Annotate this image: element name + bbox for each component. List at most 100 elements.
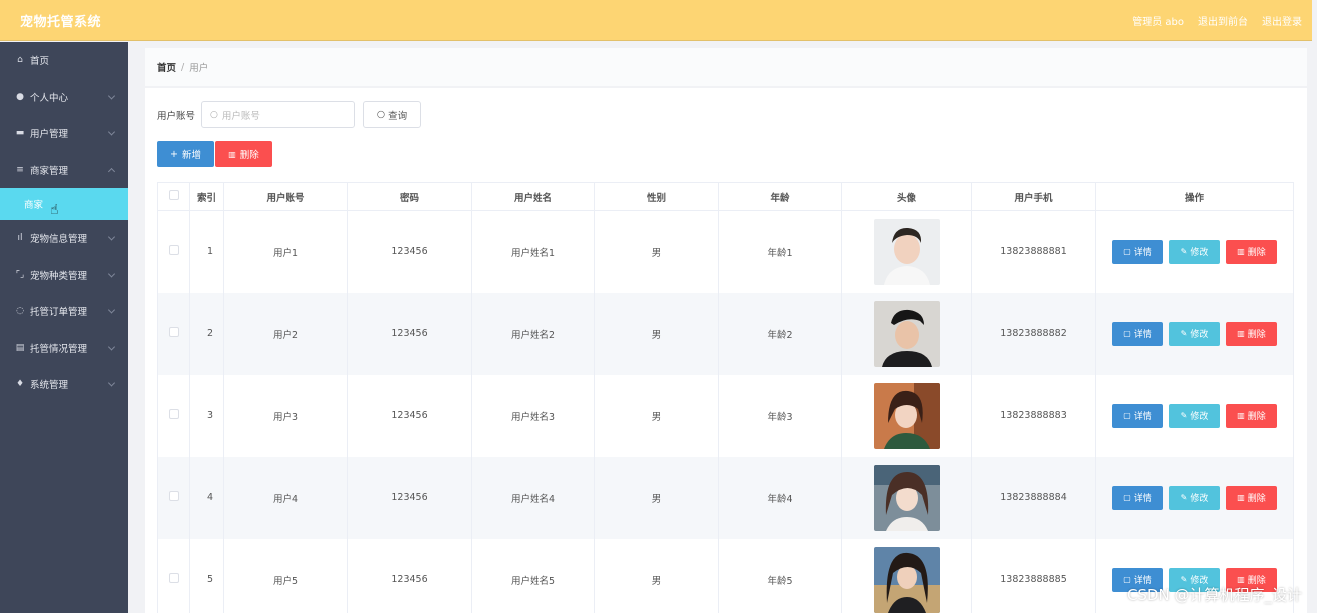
delete-button[interactable]: ▥ 删除 <box>1226 403 1277 428</box>
logout-link[interactable]: 退出登录 <box>1262 13 1302 28</box>
cell-avatar <box>841 374 972 457</box>
detail-button[interactable]: ▢ 详情 <box>1112 485 1163 510</box>
search-label: 用户账号 <box>157 110 196 122</box>
cell-age: 年龄3 <box>718 374 842 457</box>
chevron-down-icon <box>107 343 116 351</box>
cell-password: 123456 <box>347 292 472 375</box>
chevron-down-icon <box>107 92 116 100</box>
sidebar-item-merchants[interactable]: ≡ 商家管理 <box>0 152 128 189</box>
cell-account: 用户4 <box>223 456 348 539</box>
breadcrumb-home[interactable]: 首页 <box>157 60 176 74</box>
sidebar-item-orders[interactable]: ◌ 托管订单管理 <box>0 293 128 330</box>
plus-icon: + <box>170 148 178 160</box>
cell-gender: 男 <box>594 292 719 375</box>
document-icon: ▢ <box>1123 575 1131 584</box>
column-header: 用户账号 <box>223 182 348 211</box>
detail-button[interactable]: ▢ 详情 <box>1112 321 1163 346</box>
trash-icon: ▥ <box>1237 411 1245 420</box>
chevron-down-icon <box>107 306 116 314</box>
breadcrumb-current: 用户 <box>189 63 209 74</box>
cell-phone: 13823888881 <box>971 210 1096 293</box>
edit-button[interactable]: ✎ 修改 <box>1169 321 1220 346</box>
add-button[interactable]: + 新增 <box>157 141 214 167</box>
delete-button[interactable]: ▥ 删除 <box>1226 485 1277 510</box>
trash-icon: ▥ <box>228 149 236 159</box>
user-icon: ● <box>16 91 24 102</box>
row-checkbox[interactable] <box>157 456 190 539</box>
chevron-down-icon <box>107 128 116 136</box>
search-bar: 用户账号 ○ 用户账号 ○ 查询 <box>157 101 422 128</box>
table-row: 2 用户2 123456 用户姓名2 男 年龄2 13823888882 ▢ 详… <box>157 292 1294 375</box>
sidebar-item-pet-info[interactable]: ıl 宠物信息管理 <box>0 220 128 257</box>
edit-button[interactable]: ✎ 修改 <box>1169 239 1220 264</box>
search-icon: ○ <box>376 109 386 120</box>
pencil-icon: ✎ <box>1180 493 1188 502</box>
cell-age: 年龄1 <box>718 210 842 293</box>
cell-avatar <box>841 456 972 539</box>
cell-age: 年龄4 <box>718 456 842 539</box>
row-checkbox[interactable] <box>157 292 190 375</box>
sidebar-item-label: 宠物信息管理 <box>30 234 88 246</box>
cell-index: 3 <box>189 374 224 457</box>
sidebar-item-home[interactable]: ⌂ 首页 <box>0 42 128 79</box>
sidebar-item-label: 用户管理 <box>30 129 69 141</box>
select-all-checkbox[interactable] <box>157 182 190 211</box>
column-header: 用户手机 <box>971 182 1096 211</box>
cell-account: 用户2 <box>223 292 348 375</box>
table-row: 4 用户4 123456 用户姓名4 男 年龄4 13823888884 ▢ 详… <box>157 456 1294 539</box>
delete-button-label: 删除 <box>239 150 259 161</box>
sidebar-item-profile[interactable]: ● 个人中心 <box>0 79 128 116</box>
sidebar-item-label: 系统管理 <box>30 380 69 392</box>
exit-to-frontend-link[interactable]: 退出到前台 <box>1198 13 1248 28</box>
circle-icon: ◌ <box>16 306 24 317</box>
column-header: 操作 <box>1095 182 1294 211</box>
detail-button[interactable]: ▢ 详情 <box>1112 403 1163 428</box>
edit-button[interactable]: ✎ 修改 <box>1169 403 1220 428</box>
sidebar-item-boarding-status[interactable]: ▤ 托管情况管理 <box>0 330 128 367</box>
pencil-icon: ✎ <box>1180 329 1188 338</box>
cell-password: 123456 <box>347 456 472 539</box>
batch-delete-button[interactable]: ▥ 删除 <box>215 141 272 167</box>
search-input[interactable]: ○ 用户账号 <box>201 101 356 128</box>
action-bar: + 新增 ▥ 删除 <box>157 141 272 167</box>
location-icon: ♦ <box>15 379 25 390</box>
cell-name: 用户姓名3 <box>471 374 595 457</box>
query-button[interactable]: ○ 查询 <box>363 101 422 128</box>
row-checkbox[interactable] <box>157 210 190 293</box>
cell-phone: 13823888885 <box>971 538 1096 613</box>
delete-button[interactable]: ▥ 删除 <box>1226 239 1277 264</box>
sidebar-item-label: 商家管理 <box>30 165 69 177</box>
sidebar-item-system[interactable]: ♦ 系统管理 <box>0 366 128 403</box>
pencil-icon: ✎ <box>1180 247 1188 257</box>
chat-icon: ▬ <box>15 128 25 139</box>
document-icon: ▢ <box>1123 411 1131 420</box>
sidebar-subitem-merchant[interactable]: 商家 ☝ <box>0 188 128 220</box>
avatar <box>873 300 940 367</box>
document-icon: ▢ <box>1123 329 1131 338</box>
add-button-label: 新增 <box>181 150 201 161</box>
cell-phone: 13823888883 <box>971 374 1096 457</box>
admin-user-link[interactable]: 管理员 abo <box>1132 13 1184 28</box>
row-checkbox[interactable] <box>157 538 190 613</box>
edit-button[interactable]: ✎ 修改 <box>1169 485 1220 510</box>
table-row: 5 用户5 123456 用户姓名5 男 年龄5 13823888885 ▢ 详… <box>157 538 1294 613</box>
chevron-down-icon <box>107 233 116 241</box>
search-placeholder: 用户账号 <box>221 110 260 122</box>
document-icon: ▢ <box>1123 493 1131 502</box>
row-checkbox[interactable] <box>157 374 190 457</box>
cell-age: 年龄5 <box>718 538 842 613</box>
cell-operations: ▢ 详情 ✎ 修改 ▥ 删除 <box>1095 210 1294 293</box>
sidebar-item-label: 宠物种类管理 <box>30 270 88 282</box>
detail-button[interactable]: ▢ 详情 <box>1112 239 1163 264</box>
sidebar-item-users[interactable]: ▬ 用户管理 <box>0 115 128 152</box>
column-header: 用户姓名 <box>471 182 595 211</box>
cell-operations: ▢ 详情 ✎ 修改 ▥ 删除 <box>1095 292 1294 375</box>
sidebar-subitem-label: 商家 <box>24 200 44 211</box>
home-icon: ⌂ <box>17 55 23 66</box>
chevron-down-icon <box>107 379 116 387</box>
delete-button[interactable]: ▥ 删除 <box>1226 321 1277 346</box>
sidebar-item-pet-types[interactable]: ⌜⌟ 宠物种类管理 <box>0 257 128 294</box>
cell-index: 2 <box>189 292 224 375</box>
cell-avatar <box>841 210 972 293</box>
document-icon: ▤ <box>15 342 25 353</box>
